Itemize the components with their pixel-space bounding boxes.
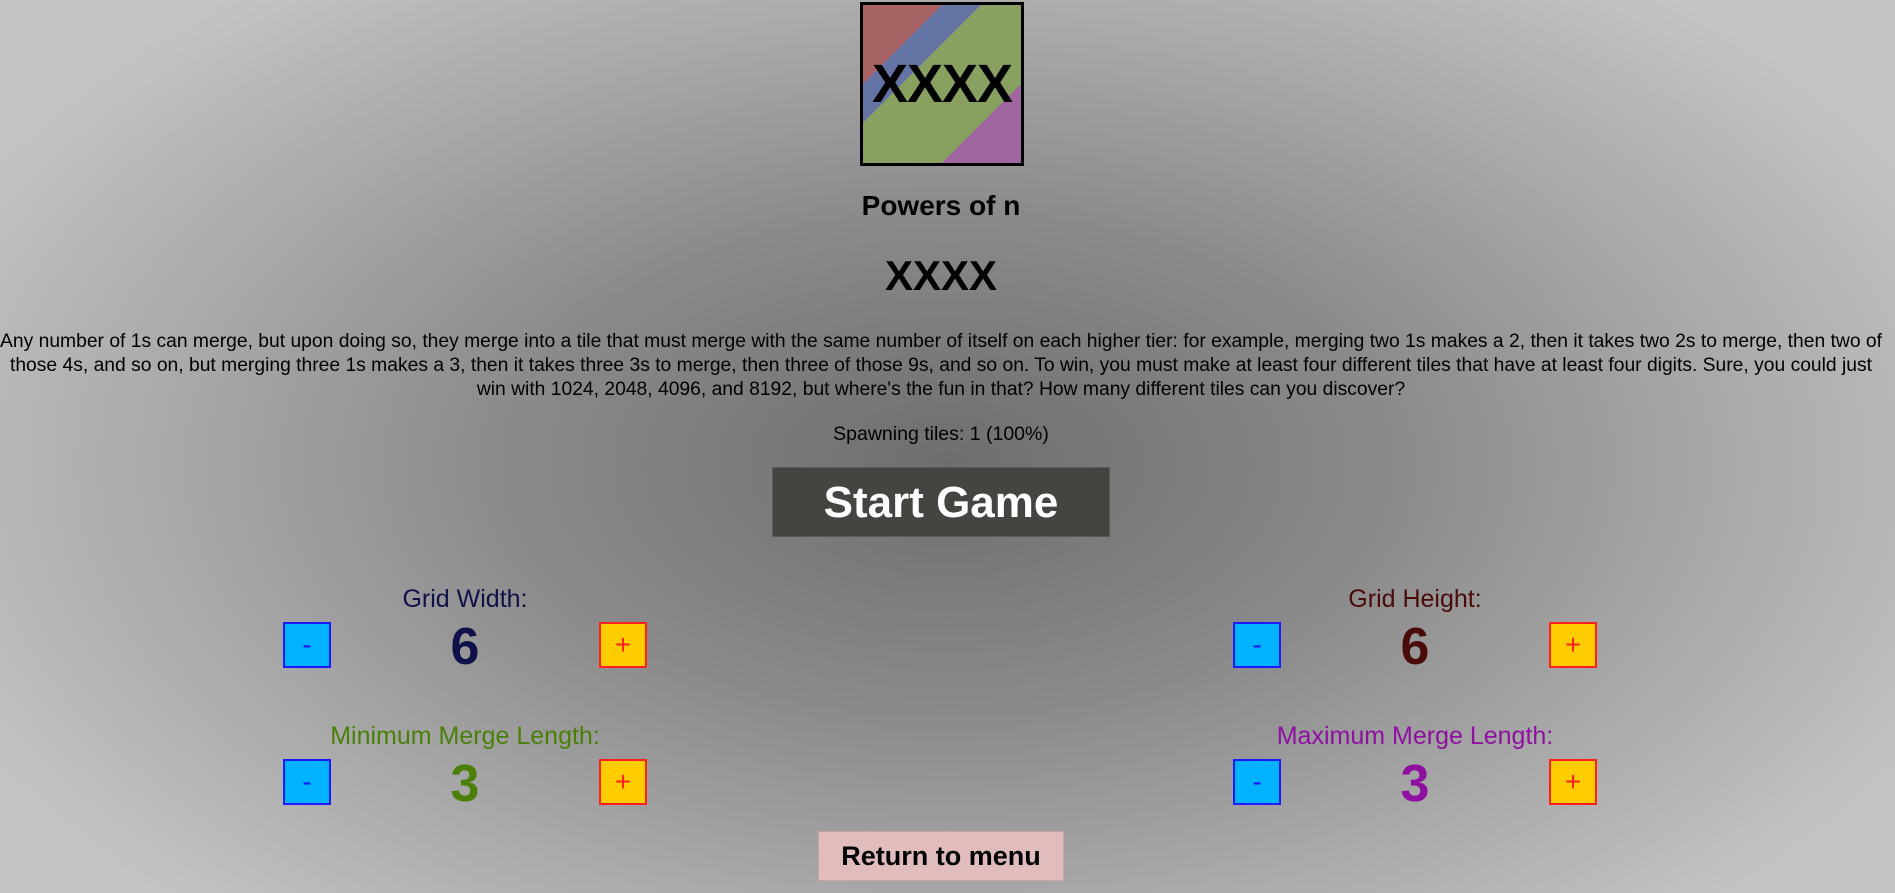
max-merge-length-decrease-button[interactable]: - xyxy=(1233,759,1281,805)
grid-height-value: 6 xyxy=(1400,618,1430,676)
min-merge-length-decrease-button[interactable]: - xyxy=(283,759,331,805)
grid-width-label: Grid Width: xyxy=(402,585,528,613)
max-merge-length-label: Maximum Merge Length: xyxy=(1276,722,1554,750)
start-game-button[interactable]: Start Game xyxy=(772,467,1110,537)
grid-height-increase-button[interactable]: + xyxy=(1549,622,1597,668)
min-merge-length-increase-button[interactable]: + xyxy=(599,759,647,805)
return-to-menu-button[interactable]: Return to menu xyxy=(818,831,1064,881)
spawn-info: Spawning tiles: 1 (100%) xyxy=(833,423,1049,445)
game-logo: XXXX xyxy=(860,2,1024,166)
max-merge-length-value: 3 xyxy=(1400,755,1430,813)
game-subtitle: Powers of n xyxy=(861,190,1021,221)
grid-height-decrease-button[interactable]: - xyxy=(1233,622,1281,668)
min-merge-length-label: Minimum Merge Length: xyxy=(330,722,600,750)
grid-width-increase-button[interactable]: + xyxy=(599,622,647,668)
logo-text: XXXX xyxy=(871,54,1013,114)
grid-width-value: 6 xyxy=(450,618,480,676)
grid-height-label: Grid Height: xyxy=(1348,585,1482,613)
mode-title: XXXX xyxy=(884,252,998,299)
min-merge-length-value: 3 xyxy=(450,755,480,813)
rules-description: Any number of 1s can merge, but upon doi… xyxy=(0,331,1882,400)
grid-width-decrease-button[interactable]: - xyxy=(283,622,331,668)
max-merge-length-increase-button[interactable]: + xyxy=(1549,759,1597,805)
